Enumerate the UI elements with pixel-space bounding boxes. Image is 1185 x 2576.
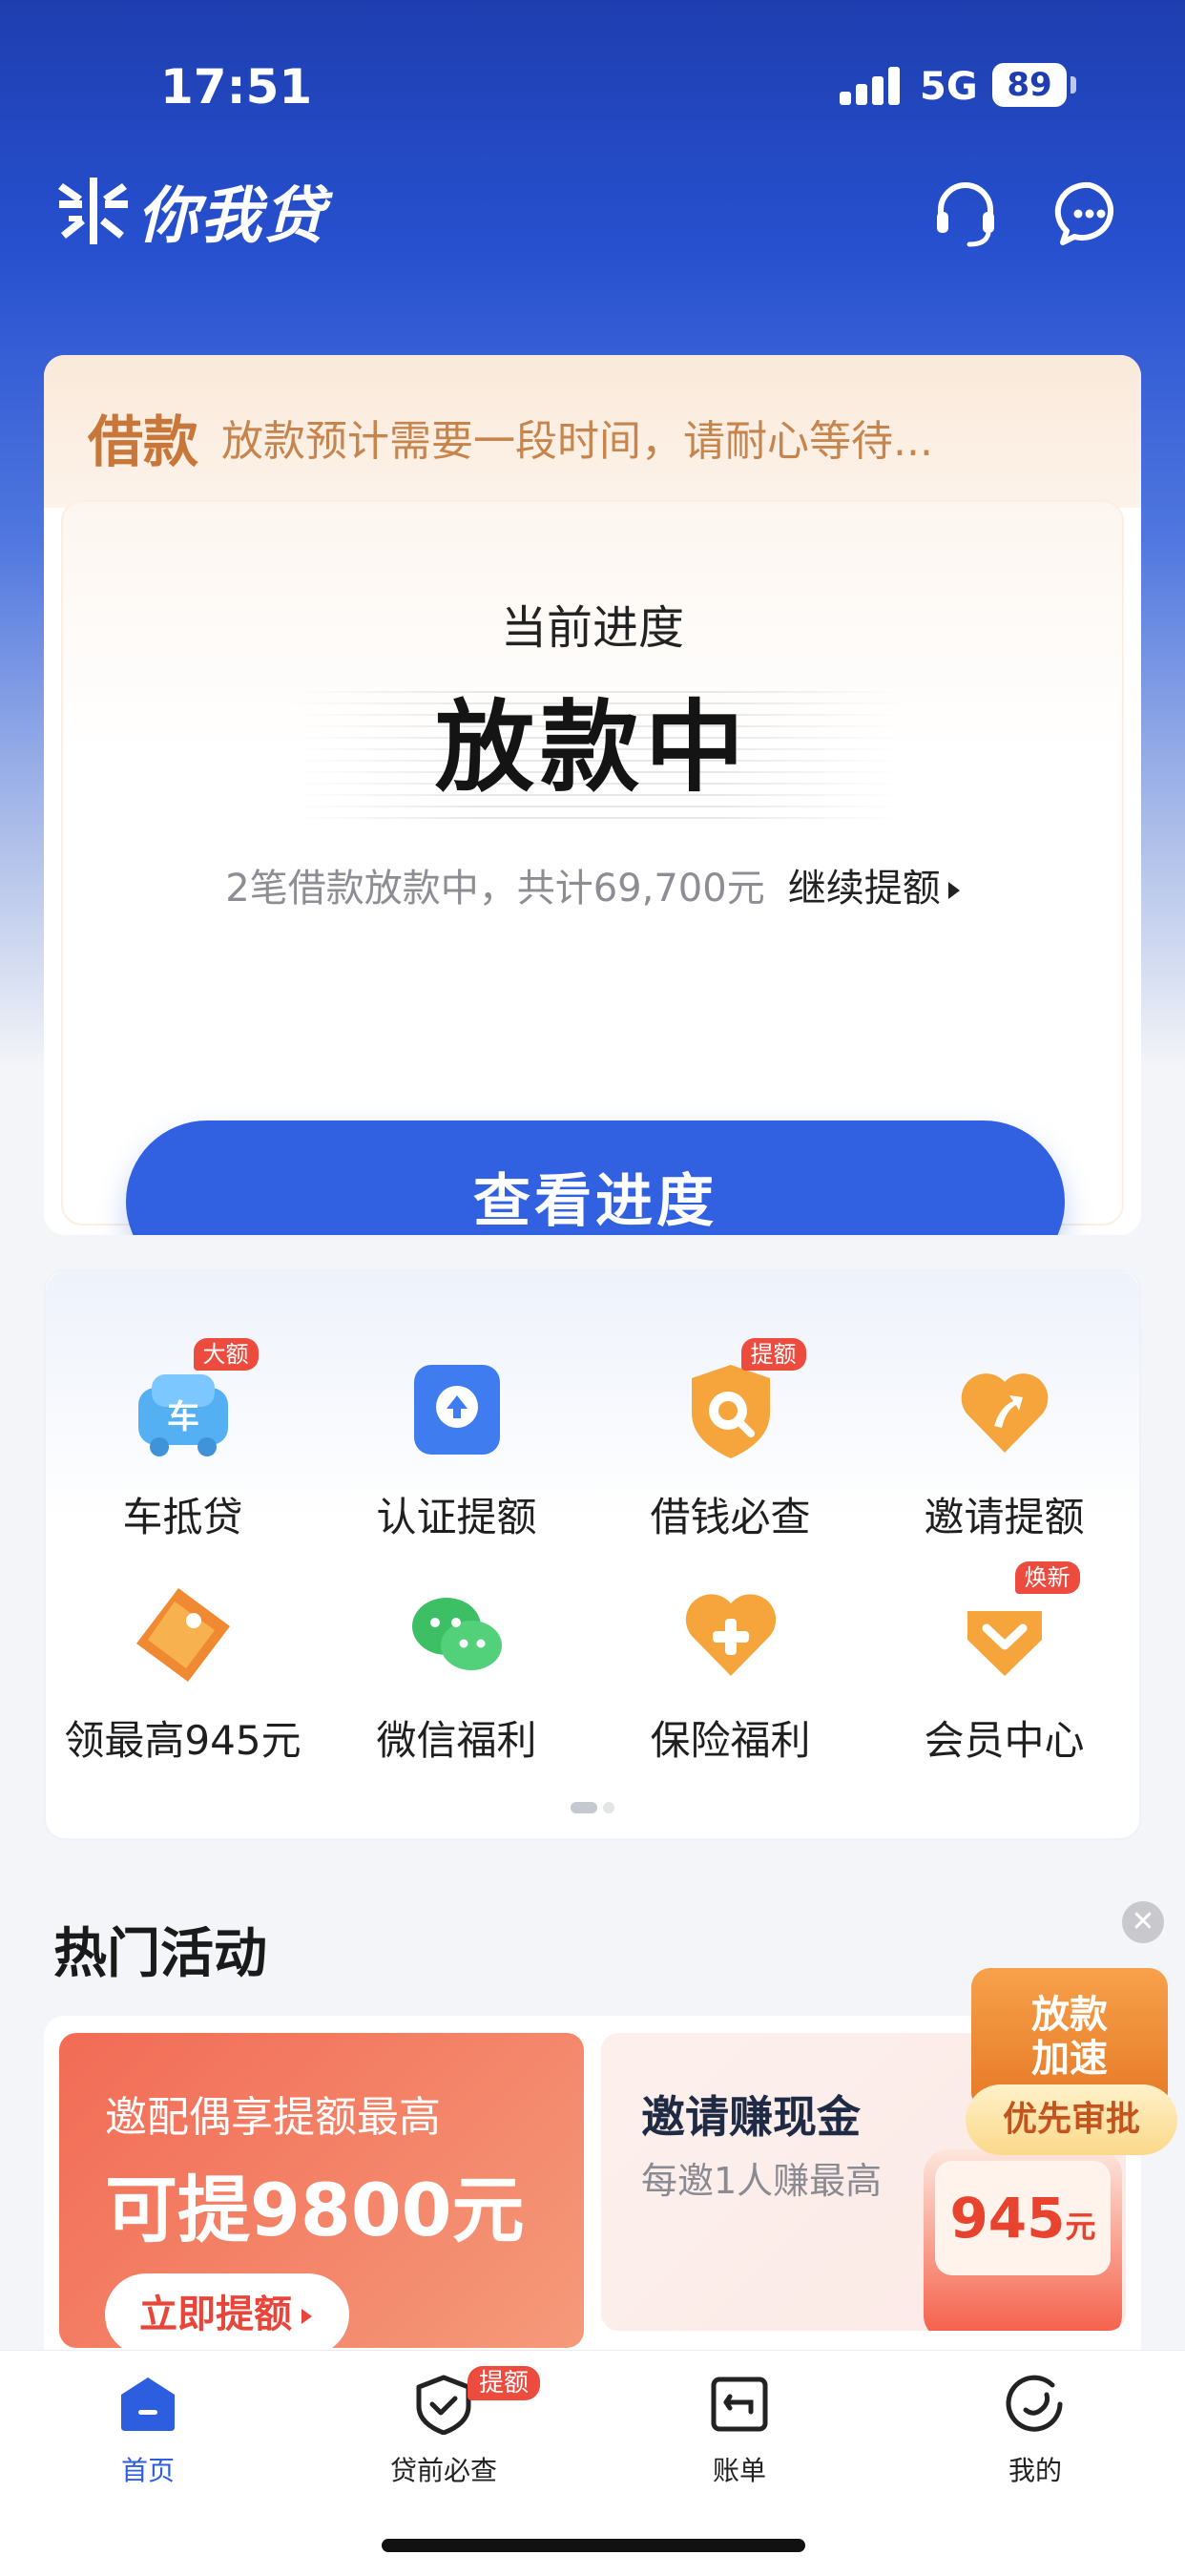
coupon-amount: 945元	[935, 2161, 1111, 2275]
logo-mark-icon	[58, 178, 128, 244]
spouse-invite-promo[interactable]: 邀配偶享提额最高 可提9800元 立即提额	[59, 2033, 584, 2348]
svg-text:车: 车	[167, 1398, 199, 1436]
loan-summary: 2笔借款放款中，共计69,700元 继续提额	[63, 857, 1122, 912]
promo-subtitle: 每邀1人赚最高	[641, 2160, 883, 2202]
menu-item-coupon[interactable]: 领最高945元	[46, 1582, 320, 1767]
progress-panel: 当前进度 放款中 2笔借款放款中，共计69,700元 继续提额 查看进度	[61, 500, 1124, 1235]
battery-indicator: 89	[992, 63, 1067, 107]
coupon-amount-unit: 元	[1065, 2209, 1096, 2245]
heart-arrow-icon	[952, 1359, 1057, 1464]
menu-item-label: 会员中心	[924, 1717, 1085, 1764]
tab-bills[interactable]: 账单	[592, 2374, 887, 2488]
menu-item-insurance[interactable]: 保险福利	[593, 1582, 867, 1767]
increase-now-label: 立即提额	[139, 2293, 292, 2336]
promo-headline: 可提9800元	[105, 2168, 525, 2252]
tab-label: 首页	[120, 2455, 175, 2486]
menu-item-wechat[interactable]: 微信福利	[320, 1582, 593, 1767]
menu-item-label: 车抵贷	[122, 1494, 243, 1540]
home-icon	[117, 2374, 178, 2435]
progress-label: 当前进度	[500, 601, 684, 655]
loan-notice-text: 放款预计需要一段时间，请耐心等待...	[221, 417, 933, 466]
promo-subtitle: 邀配偶享提额最高	[105, 2093, 441, 2142]
battery-tip	[1071, 76, 1076, 94]
profile-icon	[1005, 2374, 1066, 2435]
priority-approval-pill: 优先审批	[966, 2084, 1177, 2155]
upload-arrow-icon	[405, 1359, 509, 1464]
shield-check-icon	[413, 2374, 474, 2436]
shield-search-icon: 提额	[678, 1338, 806, 1464]
cash-coupon-graphic: 945元	[924, 2149, 1122, 2331]
progress-status: 放款中	[434, 689, 750, 806]
badge: 焕新	[1014, 1561, 1080, 1594]
menu-item-verify-increase[interactable]: 认证提额	[320, 1359, 593, 1543]
increase-now-button[interactable]: 立即提额	[105, 2273, 349, 2348]
quick-menu-card: 车 大额 车抵贷 认证提额 提额 借钱必查 邀请提额 领最高945元 微信福利	[44, 1269, 1141, 1840]
page-indicator	[571, 1802, 620, 1820]
loan-summary-text: 2笔借款放款中，共计69,700元	[225, 867, 765, 911]
loan-tag: 借款	[88, 409, 199, 474]
loan-notice-bar: 借款 放款预计需要一段时间，请耐心等待...	[44, 355, 1141, 508]
network-type: 5G	[920, 65, 978, 109]
badge: 大额	[193, 1338, 259, 1371]
tab-label: 账单	[712, 2455, 766, 2486]
status-time: 17:51	[160, 59, 313, 115]
coupon-amount-value: 945	[949, 2186, 1066, 2251]
tab-profile[interactable]: 我的	[887, 2374, 1183, 2488]
member-heart-icon: 焕新	[952, 1561, 1080, 1687]
tab-home[interactable]: 首页	[0, 2374, 296, 2488]
message-icon[interactable]	[1053, 178, 1126, 250]
close-icon[interactable]: ✕	[1122, 1901, 1164, 1943]
wechat-icon	[405, 1582, 509, 1687]
menu-item-label: 邀请提额	[924, 1494, 1085, 1540]
loan-progress-card: 借款 放款预计需要一段时间，请耐心等待... 当前进度 放款中 2笔借款放款中，…	[44, 355, 1141, 1235]
promo-title: 邀请赚现金	[641, 2091, 861, 2143]
fast-disbursement-float-ad[interactable]: 放款 加速 优先审批	[966, 1968, 1177, 2159]
tab-badge: 提额	[468, 2366, 541, 2400]
bill-icon	[709, 2374, 770, 2435]
view-progress-button[interactable]: 查看进度	[126, 1120, 1065, 1235]
menu-item-label: 领最高945元	[64, 1717, 301, 1764]
customer-service-icon[interactable]	[929, 178, 1002, 250]
menu-item-car-loan[interactable]: 车 大额 车抵贷	[46, 1338, 320, 1543]
badge: 提额	[740, 1338, 806, 1371]
float-ad-line2: 加速	[1031, 2037, 1108, 2081]
hot-activities-title: 热门活动	[53, 1923, 267, 1985]
menu-item-label: 认证提额	[376, 1494, 537, 1540]
menu-item-label: 借钱必查	[650, 1494, 811, 1540]
coupon-icon	[131, 1582, 236, 1687]
menu-item-label: 微信福利	[376, 1717, 537, 1764]
tab-label: 贷前必查	[389, 2455, 497, 2486]
continue-increase-link[interactable]: 继续提额	[788, 867, 941, 911]
menu-item-loan-check[interactable]: 提额 借钱必查	[593, 1338, 867, 1543]
menu-item-label: 保险福利	[650, 1717, 811, 1764]
tab-pre-loan-check[interactable]: 提额 贷前必查	[296, 2366, 592, 2488]
app-name: 你我贷	[137, 181, 326, 252]
chevron-right-icon	[947, 882, 960, 899]
car-icon: 车 大额	[131, 1338, 259, 1464]
tab-label: 我的	[1008, 2455, 1062, 2486]
signal-icon	[840, 67, 901, 105]
menu-item-member-center[interactable]: 焕新 会员中心	[867, 1561, 1141, 1767]
app-logo: 你我贷	[53, 168, 326, 254]
chevron-right-icon	[301, 2309, 312, 2324]
home-indicator	[382, 2539, 805, 2552]
menu-item-invite-increase[interactable]: 邀请提额	[867, 1359, 1141, 1543]
heart-plus-icon	[678, 1582, 783, 1687]
